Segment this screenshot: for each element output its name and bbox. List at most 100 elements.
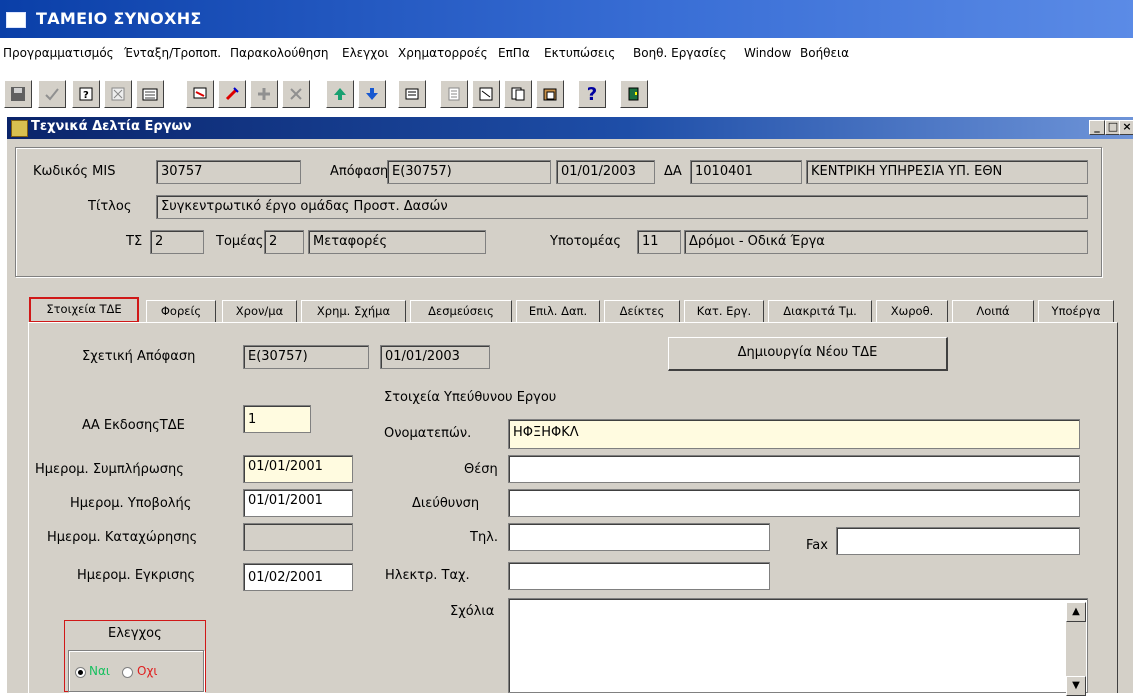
comments-label: Σχόλια <box>450 604 495 619</box>
ts-label: ΤΣ <box>126 234 143 249</box>
menu-programming[interactable]: Προγραμματισμός <box>3 46 114 60</box>
aa-label: ΑΑ ΕκδοσηςΤΔΕ <box>82 418 185 433</box>
app-title: ΤΑΜΕΙΟ ΣΥΝΟΧΗΣ <box>36 9 202 28</box>
menu-eppa[interactable]: ΕπΠα <box>498 46 530 60</box>
sector-name-field[interactable]: Μεταφορές <box>308 230 486 254</box>
menu-bar: Προγραμματισμός Ένταξη/Τροποπ. Παρακολού… <box>0 38 1133 68</box>
keyboard-icon[interactable] <box>398 80 426 108</box>
control-yes-radio[interactable] <box>75 667 86 678</box>
insert-record-icon[interactable] <box>250 80 278 108</box>
da-label: ΔΑ <box>664 164 682 179</box>
help-icon[interactable]: ? <box>578 80 606 108</box>
previous-record-icon[interactable] <box>326 80 354 108</box>
name-field[interactable]: ΗΦΞΗΦΚΛ <box>508 419 1080 449</box>
aa-field[interactable]: 1 <box>243 405 311 433</box>
title-field[interactable]: Συγκεντρωτικό έργο ομάδας Προστ. Δασών <box>156 195 1088 219</box>
approval-date-field[interactable]: 01/02/2001 <box>243 563 353 591</box>
comments-field[interactable] <box>508 598 1088 693</box>
tab-bodies[interactable]: Φορείς <box>146 300 216 322</box>
completion-date-label: Ημερομ. Συμπλήρωσης <box>35 462 184 477</box>
mis-field[interactable]: 30757 <box>156 160 301 184</box>
minimize-button[interactable]: _ <box>1089 120 1105 135</box>
submission-date-label: Ημερομ. Υποβολής <box>70 496 192 511</box>
position-label: Θέση <box>464 462 498 477</box>
title-label: Τίτλος <box>88 199 132 214</box>
phone-label: Τηλ. <box>470 530 499 545</box>
list-icon[interactable] <box>440 80 468 108</box>
notes-icon[interactable] <box>472 80 500 108</box>
name-label: Ονοματεπών. <box>384 426 472 441</box>
control-no-label: Οχι <box>137 664 158 678</box>
menu-utilities[interactable]: Βοηθ. Εργασίες <box>633 46 727 60</box>
close-button[interactable]: × <box>1119 120 1133 135</box>
scroll-up-icon[interactable]: ▲ <box>1066 602 1086 622</box>
query-icon[interactable]: ? <box>72 80 100 108</box>
agency-field[interactable]: ΚΕΝΤΡΙΚΗ ΥΠΗΡΕΣΙΑ ΥΠ. ΕΘΝ <box>806 160 1088 184</box>
decision-label: Απόφαση <box>330 164 389 179</box>
edit-icon[interactable] <box>218 80 246 108</box>
responsible-header: Στοιχεία Υπεύθυνου Εργου <box>384 390 557 405</box>
svg-text:?: ? <box>83 90 89 101</box>
tab-subprojects[interactable]: Υποέργα <box>1038 300 1114 322</box>
position-field[interactable] <box>508 455 1080 483</box>
control-yes-label: Ναι <box>89 664 110 678</box>
next-record-icon[interactable] <box>358 80 386 108</box>
exit-icon[interactable] <box>620 80 648 108</box>
menu-help[interactable]: Βοήθεια <box>800 46 849 60</box>
related-decision-field[interactable]: Ε(30757) <box>243 345 369 369</box>
tab-financial-scheme[interactable]: Χρημ. Σχήμα <box>301 300 406 322</box>
ts-field[interactable]: 2 <box>150 230 204 254</box>
control-no-radio[interactable] <box>122 667 133 678</box>
paste-icon[interactable] <box>536 80 564 108</box>
menu-window[interactable]: Window <box>744 46 791 60</box>
app-window-icon <box>6 12 26 28</box>
window-title-bar: Τεχνικά Δελτία Εργων _ □ × <box>7 117 1133 139</box>
fax-label: Fax <box>806 538 828 553</box>
registration-date-field[interactable] <box>243 523 353 551</box>
menu-inclusion[interactable]: Ένταξη/Τροποπ. <box>124 46 221 60</box>
menu-cashflows[interactable]: Χρηματορροές <box>398 46 488 60</box>
mis-label: Κωδικός MIS <box>33 164 116 179</box>
tab-eligible-expenses[interactable]: Επιλ. Δαπ. <box>516 300 600 322</box>
delete-record-icon[interactable] <box>282 80 310 108</box>
sector-label: Τομέας <box>216 234 264 249</box>
save-icon[interactable] <box>4 80 32 108</box>
check-icon[interactable] <box>38 80 66 108</box>
fax-field[interactable] <box>836 527 1080 555</box>
tab-commitments[interactable]: Δεσμεύσεις <box>410 300 512 322</box>
sector-code-field[interactable]: 2 <box>264 230 304 254</box>
decision-field[interactable]: Ε(30757) <box>387 160 551 184</box>
comments-scrollbar[interactable]: ▲ ▼ <box>1066 602 1086 696</box>
subsector-name-field[interactable]: Δρόμοι - Οδικά Έργα <box>684 230 1088 254</box>
submission-date-field[interactable]: 01/01/2001 <box>243 489 353 517</box>
scroll-down-icon[interactable]: ▼ <box>1066 676 1086 696</box>
menu-monitoring[interactable]: Παρακολούθηση <box>230 46 328 60</box>
tab-location[interactable]: Χωροθ. <box>876 300 948 322</box>
tab-schedule[interactable]: Χρον/μα <box>222 300 297 322</box>
tab-tde-details[interactable]: Στοιχεία ΤΔΕ <box>29 297 139 323</box>
tab-work-categories[interactable]: Κατ. Εργ. <box>684 300 764 322</box>
phone-field[interactable] <box>508 523 770 551</box>
related-decision-date-field[interactable]: 01/01/2003 <box>380 345 490 369</box>
new-tde-button[interactable]: Δημιουργία Νέου ΤΔΕ <box>668 337 948 371</box>
cancel-query-icon[interactable] <box>104 80 132 108</box>
tab-indicators[interactable]: Δείκτες <box>604 300 680 322</box>
approval-date-label: Ημερομ. Εγκρισης <box>77 568 196 583</box>
menu-checks[interactable]: Ελεγχοι <box>342 46 389 60</box>
print-icon[interactable] <box>186 80 214 108</box>
menu-prints[interactable]: Εκτυπώσεις <box>544 46 615 60</box>
window-icon <box>11 120 28 137</box>
subsector-code-field[interactable]: 11 <box>637 230 681 254</box>
tab-distinct-sections[interactable]: Διακριτά Τμ. <box>768 300 872 322</box>
email-field[interactable] <box>508 562 770 590</box>
copy-icon[interactable] <box>504 80 532 108</box>
related-decision-label: Σχετική Απόφαση <box>82 349 196 364</box>
completion-date-field[interactable]: 01/01/2001 <box>243 455 353 483</box>
da-field[interactable]: 1010401 <box>690 160 802 184</box>
execute-query-icon[interactable] <box>136 80 164 108</box>
address-field[interactable] <box>508 489 1080 517</box>
address-label: Διεύθυνση <box>412 496 480 511</box>
decision-date-field[interactable]: 01/01/2003 <box>556 160 655 184</box>
app-title-bar: ΤΑΜΕΙΟ ΣΥΝΟΧΗΣ <box>0 0 1133 38</box>
tab-other[interactable]: Λοιπά <box>952 300 1034 322</box>
